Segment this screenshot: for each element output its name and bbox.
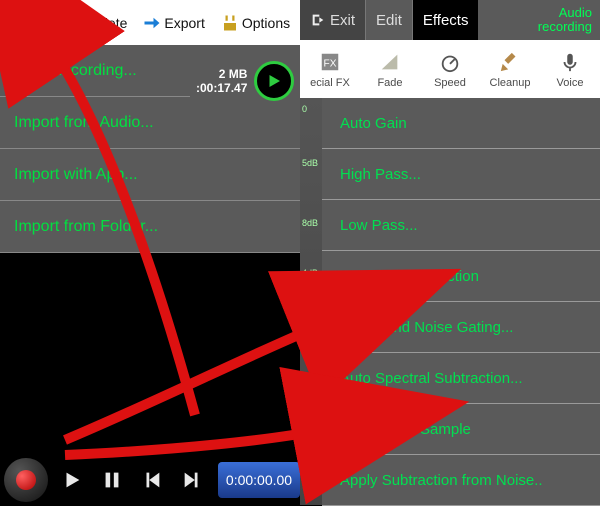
- effect-low-pass[interactable]: Low Pass...: [322, 200, 600, 251]
- wave-tick: 5dB: [302, 158, 318, 168]
- skip-prev-icon: [141, 469, 163, 491]
- tab-effects[interactable]: Effects: [413, 0, 479, 40]
- track-row[interactable]: 2 MB :00:17.47: [190, 45, 300, 117]
- menu-import-folder[interactable]: Import from Folder...: [0, 201, 300, 253]
- play-icon: [265, 72, 283, 90]
- time-display: 0:00:00.00: [218, 462, 300, 498]
- cleanup-label: Cleanup: [490, 77, 531, 89]
- left-panel: Add Delete Export Options New Recording.…: [0, 0, 300, 505]
- effects-list: Auto Gain High Pass... Low Pass... DC Of…: [322, 98, 600, 505]
- pause-button[interactable]: [94, 462, 130, 498]
- track-play-button[interactable]: [254, 61, 294, 101]
- track-size: 2 MB: [196, 67, 247, 81]
- export-button[interactable]: Export: [143, 14, 204, 32]
- tab-edit[interactable]: Edit: [366, 0, 413, 40]
- fade-label: Fade: [377, 77, 402, 89]
- menu-import-app[interactable]: Import with App...: [0, 149, 300, 201]
- left-toolbar: Add Delete Export Options: [0, 0, 300, 45]
- cleanup-button[interactable]: Cleanup: [480, 40, 540, 98]
- effects-toolbar: FX ecial FX Fade Speed Cleanup Voice: [300, 40, 600, 98]
- effect-auto-gain[interactable]: Auto Gain: [322, 98, 600, 149]
- wave-tick: 2dB: [302, 348, 318, 358]
- add-button[interactable]: Add: [4, 14, 50, 32]
- mic-icon: [558, 50, 582, 74]
- broom-icon: [498, 50, 522, 74]
- track-meta: 2 MB :00:17.47: [196, 67, 247, 95]
- options-label: Options: [242, 15, 290, 31]
- speed-icon: [438, 50, 462, 74]
- effect-multi-band-noise[interactable]: Multi-band Noise Gating...: [322, 302, 600, 353]
- fx-icon: FX: [318, 50, 342, 74]
- x-icon: [66, 14, 84, 32]
- arrow-right-icon: [143, 14, 161, 32]
- export-label: Export: [164, 15, 204, 31]
- exit-icon: [310, 12, 326, 28]
- add-label: Add: [25, 15, 50, 31]
- record-icon: [16, 470, 36, 490]
- wave-tick: 4dB: [302, 268, 318, 278]
- options-button[interactable]: Options: [221, 14, 290, 32]
- delete-label: Delete: [87, 15, 127, 31]
- skip-next-icon: [181, 469, 203, 491]
- options-icon: [221, 14, 239, 32]
- right-tabs: Exit Edit Effects Audio recording: [300, 0, 600, 40]
- transport-bar: 0:00:00.00: [0, 455, 300, 505]
- wave-tick: 12dB: [302, 308, 323, 318]
- tab-exit[interactable]: Exit: [300, 0, 366, 40]
- pause-icon: [101, 469, 123, 491]
- wave-tick: 0: [302, 104, 307, 114]
- speed-button[interactable]: Speed: [420, 40, 480, 98]
- plus-icon: [4, 14, 22, 32]
- next-button[interactable]: [174, 462, 210, 498]
- speed-label: Speed: [434, 77, 466, 89]
- play-button[interactable]: [54, 462, 90, 498]
- waveform-strip: 0 5dB 8dB 4dB 12dB 2dB: [300, 98, 322, 505]
- wave-tick: 8dB: [302, 218, 318, 228]
- voice-label: Voice: [557, 77, 584, 89]
- specialfx-label: ecial FX: [310, 77, 350, 89]
- fade-button[interactable]: Fade: [360, 40, 420, 98]
- effect-apply-subtraction[interactable]: Apply Subtraction from Noise..: [322, 455, 600, 506]
- tab-exit-label: Exit: [330, 12, 355, 29]
- prev-button[interactable]: [134, 462, 170, 498]
- right-panel: Exit Edit Effects Audio recording FX eci…: [300, 0, 600, 505]
- specialfx-button[interactable]: FX ecial FX: [300, 40, 360, 98]
- effect-grab-noise-sample[interactable]: Grab Noise Sample: [322, 404, 600, 455]
- play-icon: [61, 469, 83, 491]
- track-time: :00:17.47: [196, 81, 247, 95]
- effect-high-pass[interactable]: High Pass...: [322, 149, 600, 200]
- voice-button[interactable]: Voice: [540, 40, 600, 98]
- delete-button[interactable]: Delete: [66, 14, 127, 32]
- record-button[interactable]: [4, 458, 48, 502]
- audio-recording-label: Audio recording: [530, 4, 600, 36]
- effect-auto-spectral[interactable]: Auto Spectral Subtraction...: [322, 353, 600, 404]
- effect-dc-offset[interactable]: DC Offset Correction: [322, 251, 600, 302]
- fade-icon: [378, 50, 402, 74]
- svg-text:FX: FX: [324, 58, 337, 69]
